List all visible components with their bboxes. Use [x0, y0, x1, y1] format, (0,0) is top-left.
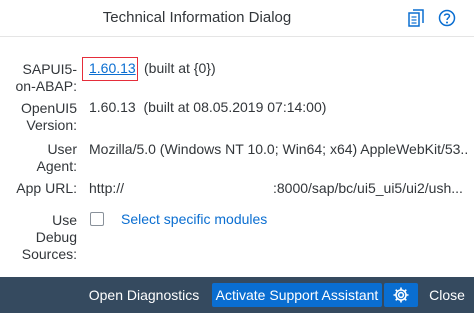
dialog-footer: Open Diagnostics Activate Support Assist… — [0, 277, 474, 313]
sapui5-label: SAPUI5- on-ABAP: — [15, 61, 77, 94]
debug-sources-checkbox[interactable] — [90, 212, 104, 226]
activate-support-assistant-button[interactable]: Activate Support Assistant — [212, 283, 382, 307]
open-diagnostics-button[interactable]: Open Diagnostics — [82, 283, 206, 307]
useragent-label: User Agent: — [36, 141, 77, 174]
appurl-label: App URL: — [16, 180, 77, 196]
gear-icon — [393, 287, 409, 303]
dialog-title: Technical Information Dialog — [102, 9, 292, 26]
useragent-value: Mozilla/5.0 (Windows NT 10.0; Win64; x64… — [89, 141, 467, 157]
dialog-header: Technical Information Dialog — [0, 0, 474, 37]
openui5-value: 1.60.13 (built at 08.05.2019 07:14:00) — [89, 99, 327, 115]
openui5-label: OpenUI5 Version: — [20, 100, 77, 133]
appurl-value-suffix: :8000/sap/bc/ui5_ui5/ui2/ush... — [273, 180, 463, 196]
support-settings-button[interactable] — [384, 283, 418, 307]
sapui5-version-link[interactable]: 1.60.13 — [89, 60, 136, 77]
close-button[interactable]: Close — [425, 283, 469, 307]
appurl-value-prefix: http:// — [89, 180, 125, 196]
debug-sources-label: Use Debug Sources: — [21, 212, 77, 262]
copy-icon — [408, 9, 424, 27]
dialog-content: SAPUI5- on-ABAP: 1.60.13 (built at {0}) … — [0, 37, 474, 277]
select-modules-link[interactable]: Select specific modules — [121, 211, 267, 228]
help-button[interactable] — [436, 7, 458, 29]
help-icon — [438, 9, 456, 27]
copy-button[interactable] — [405, 7, 427, 29]
sapui5-built-text: (built at {0}) — [144, 60, 216, 76]
